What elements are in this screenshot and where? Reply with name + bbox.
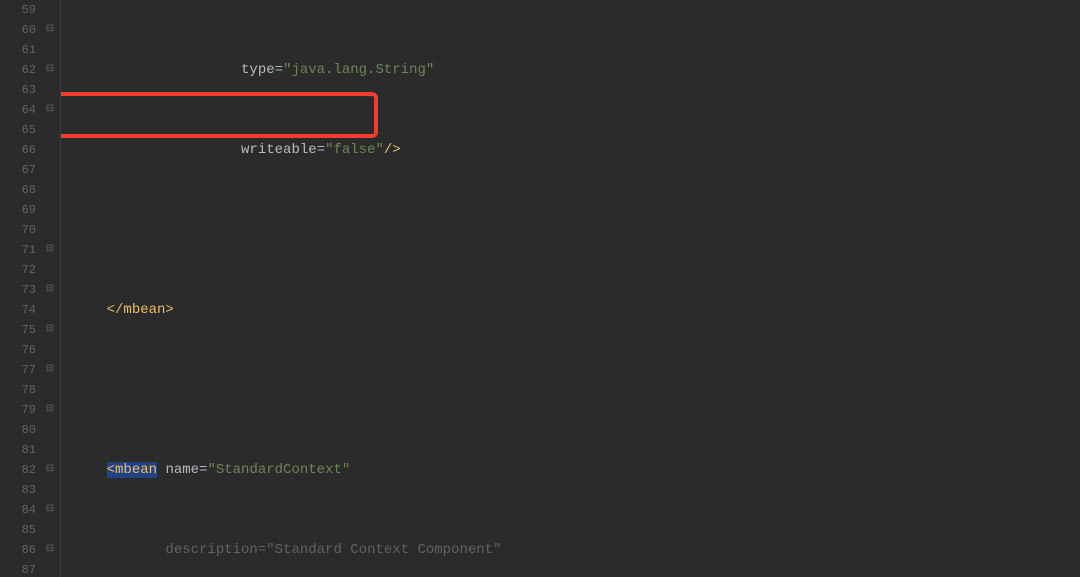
line-number: 73 [0, 280, 36, 300]
line-number: 85 [0, 520, 36, 540]
line-number: 81 [0, 440, 36, 460]
annotation-highlight-box [61, 92, 378, 138]
line-number: 68 [0, 180, 36, 200]
tag-mbean-close: </mbean> [107, 302, 174, 318]
line-number: 66 [0, 140, 36, 160]
code-line[interactable]: <mbean name="StandardContext" [73, 460, 1080, 480]
line-number: 84 [0, 500, 36, 520]
fold-toggle-icon[interactable]: ⊟ [45, 285, 55, 295]
line-number: 59 [0, 0, 36, 20]
code-line[interactable]: </mbean> [73, 300, 1080, 320]
attr-value: "false" [325, 142, 384, 158]
fold-toggle-icon[interactable]: ⊟ [45, 25, 55, 35]
line-number: 75 [0, 320, 36, 340]
code-line[interactable] [73, 380, 1080, 400]
line-number: 67 [0, 160, 36, 180]
line-number: 70 [0, 220, 36, 240]
fold-toggle-icon[interactable]: ⊟ [45, 245, 55, 255]
line-number-gutter: 5960616263646566676869707172737475767778… [0, 0, 42, 577]
fold-toggle-icon[interactable]: ⊟ [45, 65, 55, 75]
line-number: 82 [0, 460, 36, 480]
line-number: 61 [0, 40, 36, 60]
tag-mbean-open: <mbean [107, 462, 157, 478]
fold-toggle-icon[interactable]: ⊟ [45, 405, 55, 415]
fold-toggle-icon[interactable]: ⊟ [45, 505, 55, 515]
attr-name: writeable [241, 142, 317, 158]
code-area[interactable]: type="java.lang.String" writeable="false… [61, 0, 1080, 577]
line-number: 87 [0, 560, 36, 577]
line-number: 62 [0, 60, 36, 80]
code-line[interactable]: writeable="false"/> [73, 140, 1080, 160]
fold-toggle-icon[interactable]: ⊟ [45, 105, 55, 115]
attr-value: "Standard Context Component" [266, 542, 501, 558]
code-editor[interactable]: 5960616263646566676869707172737475767778… [0, 0, 1080, 577]
code-line[interactable] [73, 220, 1080, 240]
line-number: 65 [0, 120, 36, 140]
fold-gutter: ⊟ ⊟ ⊟ ⊟ ⊟ ⊟ ⊟ ⊟ ⊟ ⊟ ⊟ [42, 0, 61, 577]
line-number: 83 [0, 480, 36, 500]
fold-toggle-icon[interactable]: ⊟ [45, 325, 55, 335]
line-number: 78 [0, 380, 36, 400]
fold-toggle-icon[interactable]: ⊟ [45, 365, 55, 375]
tag-close: /> [384, 142, 401, 158]
attr-name: name [165, 462, 199, 478]
attr-name: type [241, 62, 275, 78]
line-number: 69 [0, 200, 36, 220]
line-number: 80 [0, 420, 36, 440]
line-number: 64 [0, 100, 36, 120]
line-number: 86 [0, 540, 36, 560]
attr-value: "StandardContext" [207, 462, 350, 478]
attr-name: description [165, 542, 257, 558]
fold-toggle-icon[interactable]: ⊟ [45, 545, 55, 555]
fold-toggle-icon[interactable]: ⊟ [45, 465, 55, 475]
attr-value: "java.lang.String" [283, 62, 434, 78]
line-number: 63 [0, 80, 36, 100]
line-number: 79 [0, 400, 36, 420]
code-line[interactable]: description="Standard Context Component" [73, 540, 1080, 560]
line-number: 72 [0, 260, 36, 280]
line-number: 76 [0, 340, 36, 360]
line-number: 77 [0, 360, 36, 380]
line-number: 71 [0, 240, 36, 260]
line-number: 60 [0, 20, 36, 40]
line-number: 74 [0, 300, 36, 320]
code-line[interactable]: type="java.lang.String" [73, 60, 1080, 80]
